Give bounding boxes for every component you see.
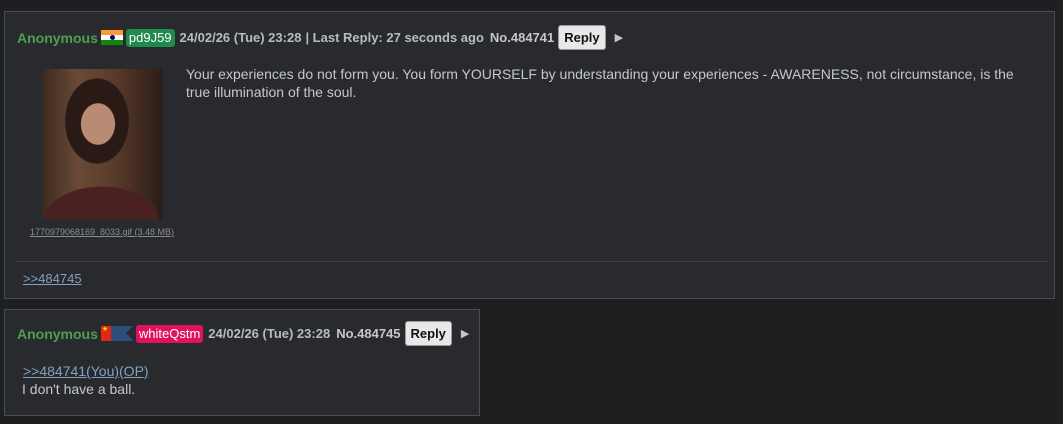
reply-button[interactable]: Reply — [404, 321, 452, 346]
reply-button[interactable]: Reply — [558, 25, 606, 50]
poster-id[interactable]: pd9J59 — [125, 28, 175, 47]
poster-name: Anonymous — [17, 29, 98, 46]
post-datetime: 24/02/26 (Tue) 23:28 — [208, 326, 331, 341]
post-header: Anonymous whiteQstm 24/02/26 (Tue) 23:28… — [17, 321, 469, 346]
backlink[interactable]: >>484745 — [23, 271, 82, 286]
post-message: I don't have a ball. — [22, 381, 136, 397]
china-flag-icon — [100, 326, 111, 341]
last-reply: | Last Reply: 27 seconds ago — [305, 30, 484, 45]
post-datetime: 24/02/26 (Tue) 23:28 — [179, 30, 302, 45]
divider — [17, 261, 1047, 262]
file-info-link[interactable]: 1770979068169_8033.gif (3.48 MB) — [27, 225, 177, 239]
op-post: Anonymous pd9J59 24/02/26 (Tue) 23:28 | … — [4, 11, 1055, 299]
post-image-thumbnail[interactable] — [42, 69, 162, 219]
post-header: Anonymous pd9J59 24/02/26 (Tue) 23:28 | … — [17, 25, 623, 50]
post-number[interactable]: No.484745 — [336, 326, 400, 341]
banner-flag-icon — [110, 326, 133, 341]
quote-link[interactable]: >>484741(You)(OP) — [23, 363, 149, 379]
post-number[interactable]: No.484741 — [490, 30, 554, 45]
india-flag-icon — [100, 30, 123, 45]
poster-id[interactable]: whiteQstm — [135, 324, 204, 343]
poster-name: Anonymous — [17, 325, 98, 342]
post-menu-icon[interactable]: ▶ — [615, 31, 623, 44]
reply-post: Anonymous whiteQstm 24/02/26 (Tue) 23:28… — [4, 309, 480, 416]
post-menu-icon[interactable]: ▶ — [461, 327, 469, 340]
post-message: Your experiences do not form you. You fo… — [186, 66, 1014, 100]
